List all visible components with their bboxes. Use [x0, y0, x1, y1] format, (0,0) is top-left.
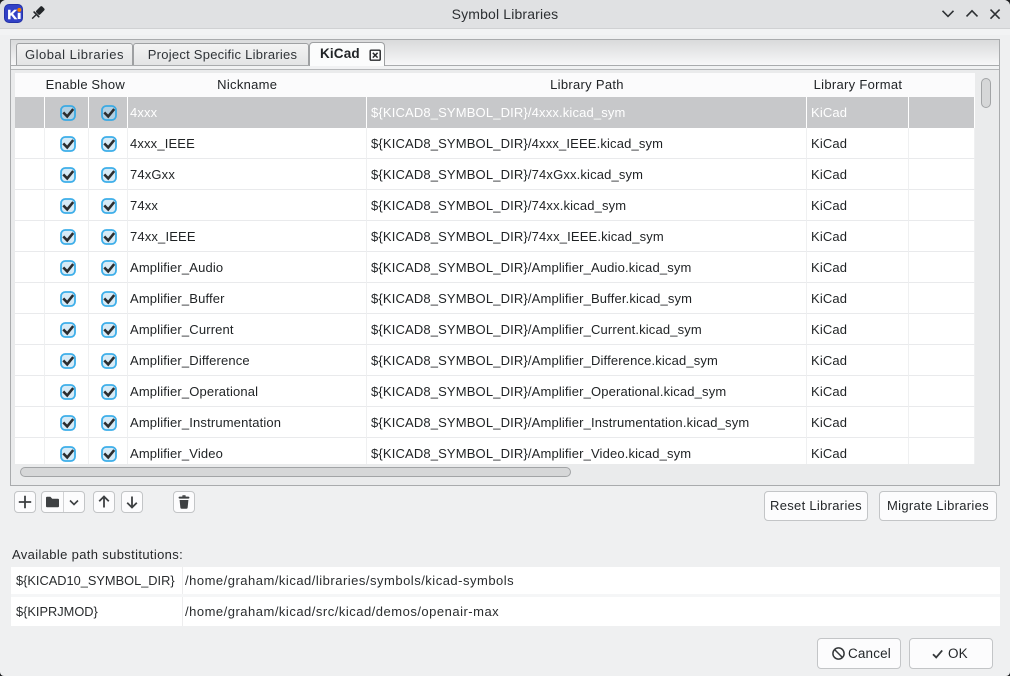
svg-text:K: K [8, 7, 18, 22]
